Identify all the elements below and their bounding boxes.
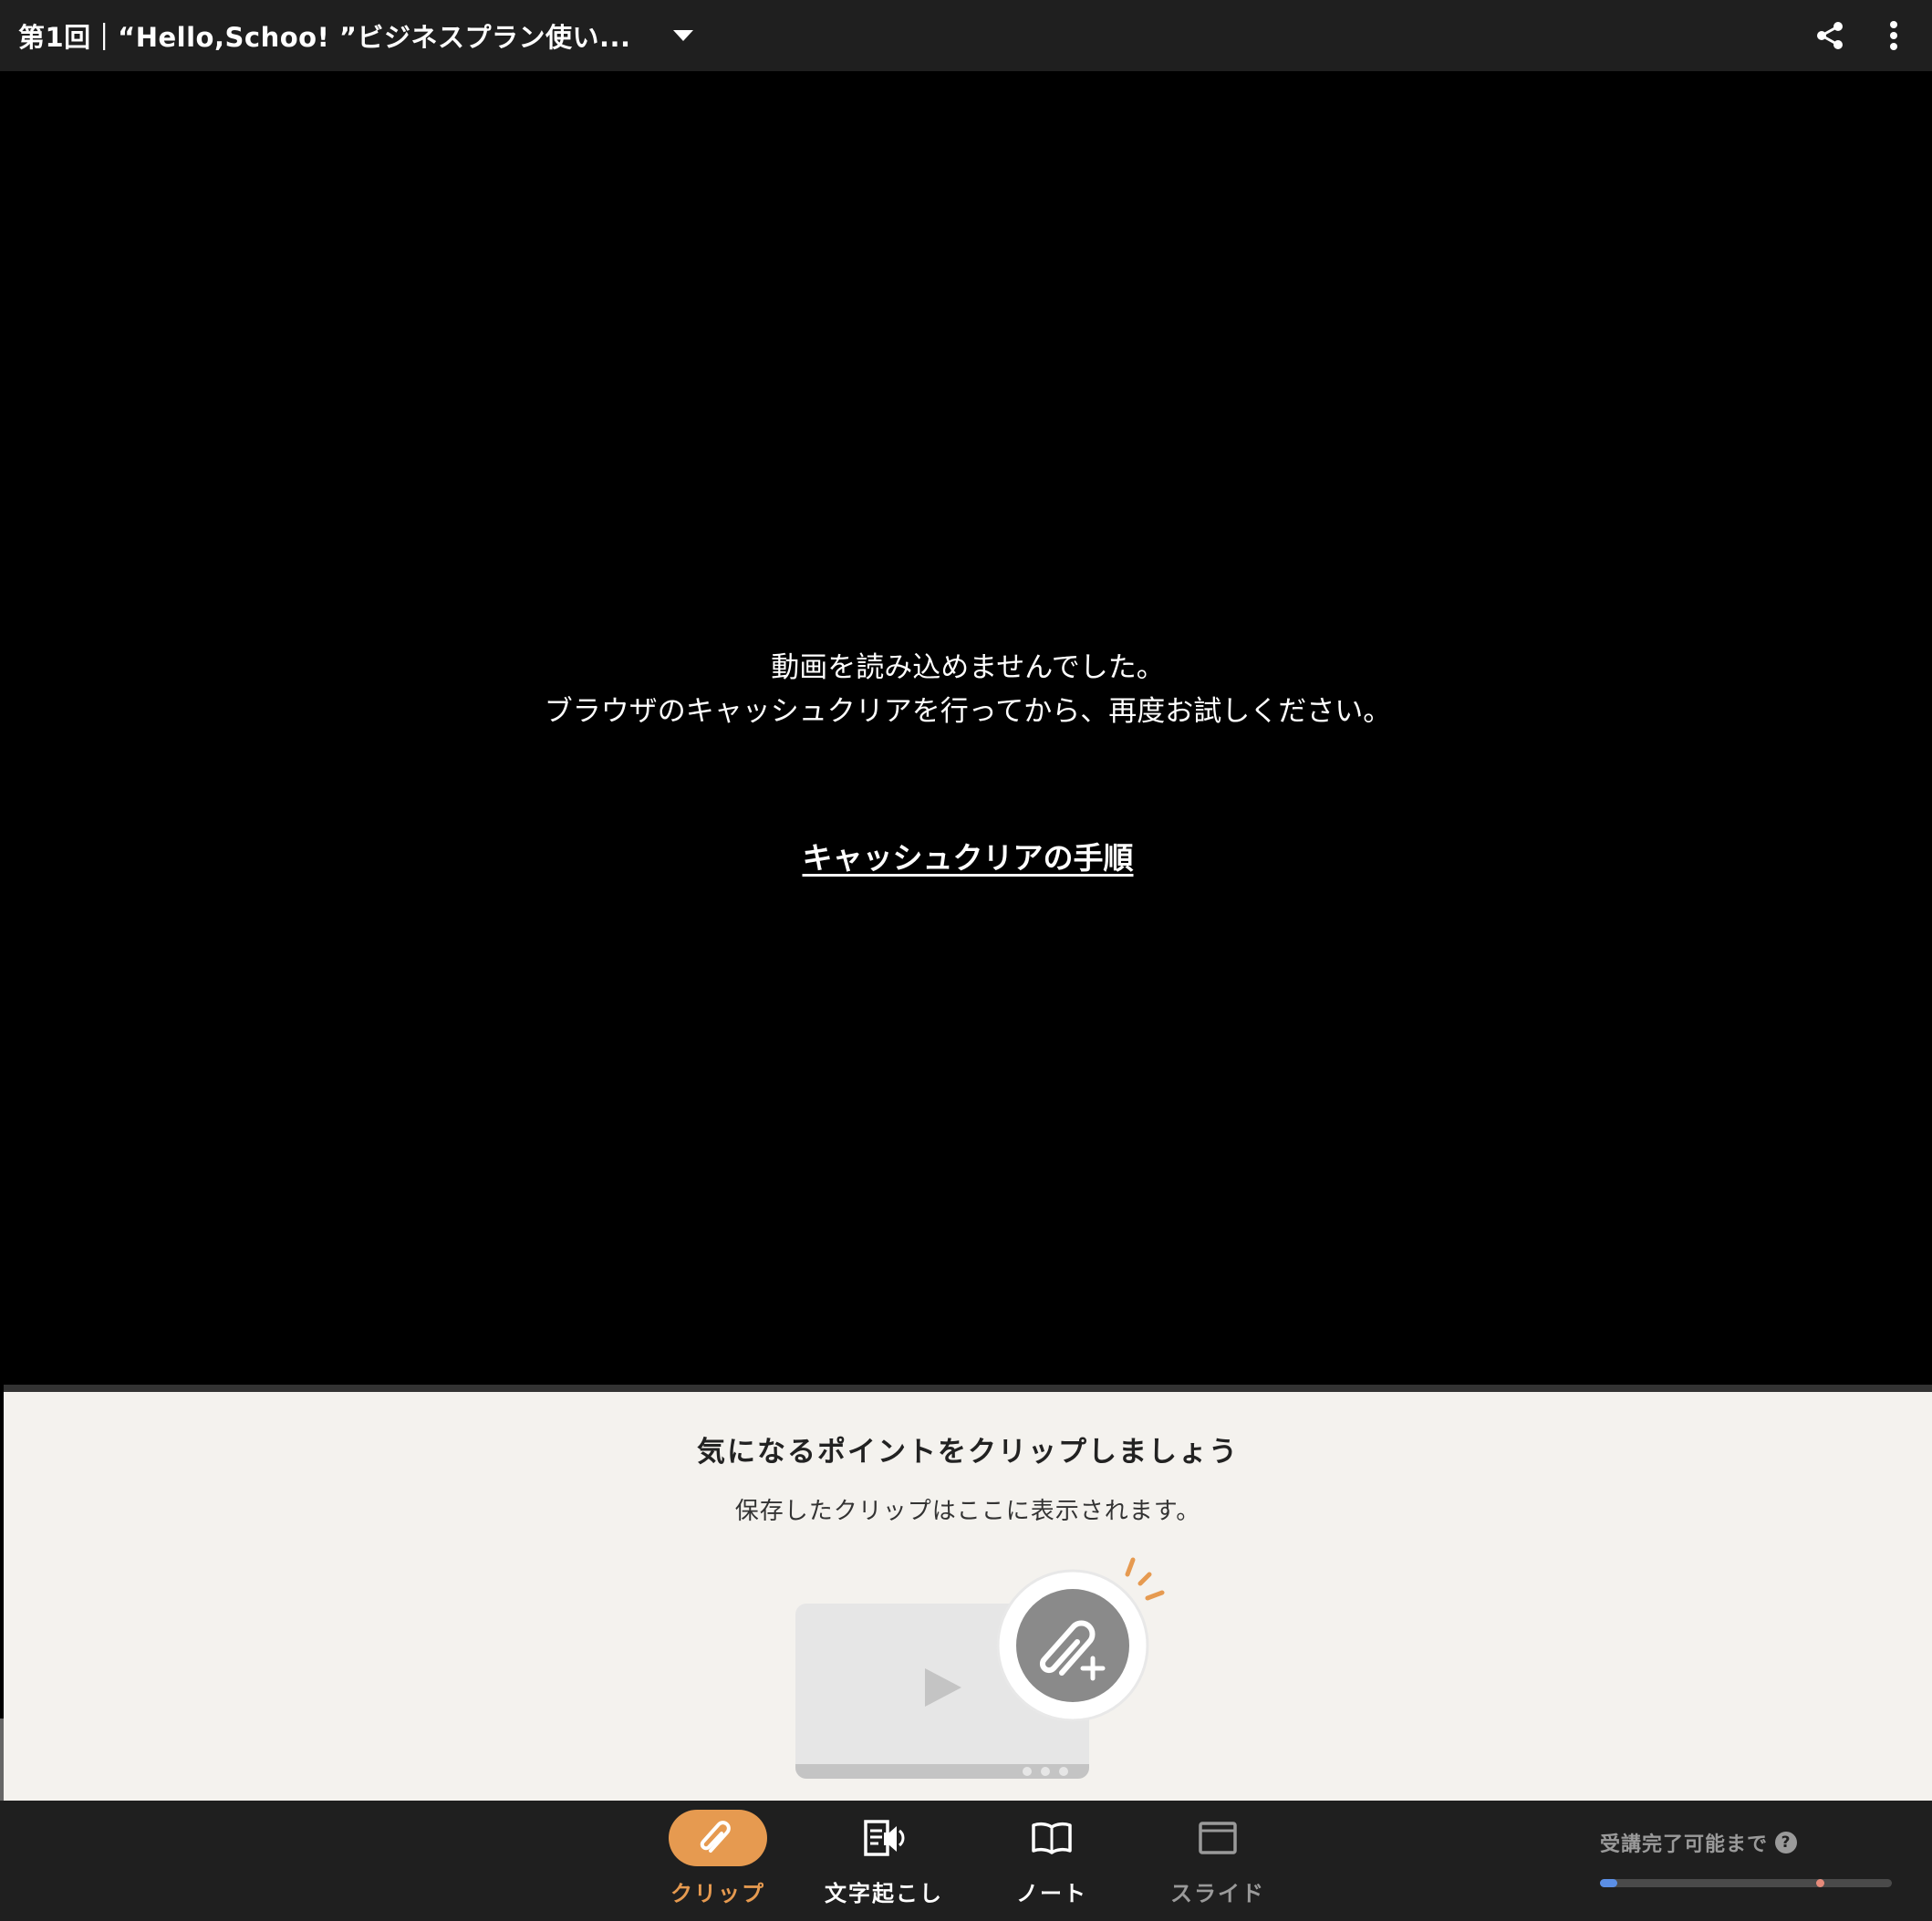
page: 第1回｜“Hello,Schoo! ”ビジネスプラン使い... 動画を読み込めま… <box>0 0 1932 1921</box>
note-book-icon <box>1002 1810 1101 1866</box>
bottom-nav: クリップ 文字起こし ノート スライド 受講完了可能まで ? <box>0 1801 1932 1921</box>
transcript-icon <box>835 1810 933 1866</box>
tab-slide[interactable]: スライド <box>1149 1810 1286 1910</box>
tab-slide-label: スライド <box>1170 1881 1265 1906</box>
clip-panel-subtitle: 保存したクリップはここに表示されます。 <box>734 1498 1201 1525</box>
completion-progress-track <box>1600 1879 1892 1887</box>
video-player[interactable]: 動画を読み込めませんでした。 ブラウザのキャッシュクリアを行ってから、再度お試し… <box>4 71 1932 1385</box>
cache-clear-link-wrap: キャッシュクリアの手順 <box>4 834 1932 877</box>
tab-transcript[interactable]: 文字起こし <box>815 1810 952 1910</box>
help-icon[interactable]: ? <box>1775 1832 1798 1854</box>
completion-progress-fill <box>1600 1879 1618 1887</box>
tab-note[interactable]: ノート <box>983 1810 1120 1910</box>
completion-progress-marker <box>1815 1879 1824 1887</box>
slide-icon <box>1169 1810 1267 1866</box>
lecture-title[interactable]: 第1回｜“Hello,Schoo! ”ビジネスプラン使い... <box>18 16 631 55</box>
video-error-line2: ブラウザのキャッシュクリアを行ってから、再度お試しください。 <box>544 695 1392 728</box>
tab-clip-label: クリップ <box>670 1881 765 1906</box>
caret-down-icon[interactable] <box>672 30 693 41</box>
completion-label-row: 受講完了可能まで ? <box>1600 1828 1892 1857</box>
video-error-message: 動画を読み込めませんでした。 ブラウザのキャッシュクリアを行ってから、再度お試し… <box>4 646 1932 733</box>
clip-icon <box>669 1810 767 1866</box>
more-vertical-icon[interactable] <box>1875 17 1912 54</box>
tab-clip[interactable]: クリップ <box>649 1810 786 1910</box>
share-icon[interactable] <box>1812 17 1848 54</box>
clip-panel: 気になるポイントをクリップしましょう 保存したクリップはここに表示されます。 <box>4 1392 1932 1801</box>
header-bar: 第1回｜“Hello,Schoo! ”ビジネスプラン使い... <box>0 0 1932 71</box>
completion-label: 受講完了可能まで <box>1600 1833 1769 1856</box>
cache-clear-link[interactable]: キャッシュクリアの手順 <box>803 840 1134 876</box>
clip-illustration <box>788 1547 1171 1793</box>
clip-panel-title: 気になるポイントをクリップしましょう <box>697 1436 1239 1469</box>
completion-progress: 受講完了可能まで ? <box>1600 1828 1892 1892</box>
header-actions <box>1812 0 1912 71</box>
video-divider <box>4 1385 1932 1392</box>
tab-note-label: ノート <box>1016 1881 1087 1906</box>
left-edge-divider <box>0 1719 4 1801</box>
video-error-line1: 動画を読み込めませんでした。 <box>771 651 1165 684</box>
tab-transcript-label: 文字起こし <box>825 1881 943 1906</box>
